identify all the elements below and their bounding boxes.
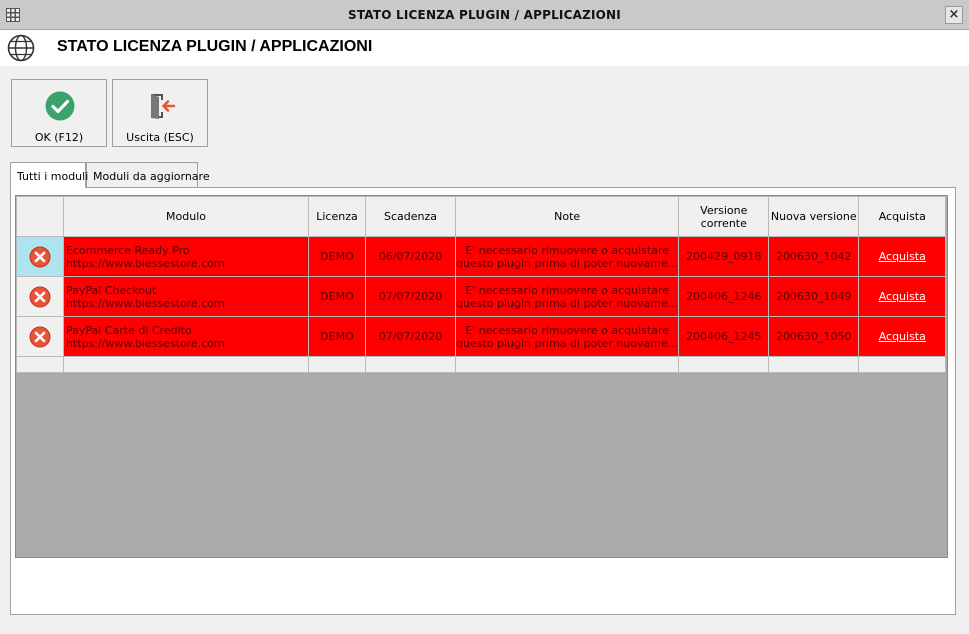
tab-label: Moduli da aggiornare xyxy=(93,170,210,183)
module-cell[interactable]: Ecommerce Ready Pro https://www.biessesto… xyxy=(63,236,309,277)
error-x-icon xyxy=(29,326,51,347)
acquista-cell: Acquista xyxy=(858,316,947,357)
tab-moduli-da-aggiornare[interactable]: Moduli da aggiornare xyxy=(86,162,210,187)
page-title: STATO LICENZA PLUGIN / APPLICAZIONI xyxy=(57,38,373,55)
nuova-versione-cell: 200630_1042 xyxy=(768,236,860,277)
empty-cell xyxy=(858,356,947,373)
acquista-link[interactable]: Acquista xyxy=(879,290,926,303)
scadenza-cell: 06/07/2020 xyxy=(365,236,456,277)
row-selector[interactable] xyxy=(16,276,64,317)
ok-button[interactable]: OK (F12) xyxy=(11,79,107,147)
nuova-versione-cell: 200630_1049 xyxy=(768,276,860,317)
module-cell[interactable]: PayPal Carte di Credito https://www.biess… xyxy=(63,316,309,357)
acquista-link[interactable]: Acquista xyxy=(879,250,926,263)
modules-table: Modulo Licenza Scadenza Note Versione cor… xyxy=(16,196,947,373)
column-header-nuova-versione[interactable]: Nuova versione xyxy=(768,196,860,237)
note-line: questo plugin prima di poter nuovame... xyxy=(456,296,679,310)
exit-button[interactable]: Uscita (ESC) xyxy=(112,79,208,147)
versione-corrente-cell: 200406_1245 xyxy=(678,316,770,357)
licenza-cell: DEMO xyxy=(308,316,366,357)
row-selector[interactable] xyxy=(16,316,64,357)
note-cell: E' necessario rimuovere o acquistare ques… xyxy=(454,236,680,277)
module-name: PayPal Carte di Credito xyxy=(66,323,192,337)
header-line: Versione xyxy=(700,203,748,217)
tab-label: Tutti i moduli xyxy=(17,170,89,183)
empty-cell xyxy=(365,356,456,373)
column-header-note[interactable]: Note xyxy=(454,196,680,237)
close-icon: × xyxy=(948,7,960,22)
note-line: questo plugin prima di poter nuovame... xyxy=(456,336,679,350)
module-url: https://www.biessestore.com xyxy=(66,256,225,270)
modules-grid[interactable]: Modulo Licenza Scadenza Note Versione cor… xyxy=(15,195,948,558)
module-cell[interactable]: PayPal Checkout https://www.biessestore.c… xyxy=(63,276,309,317)
acquista-cell: Acquista xyxy=(858,276,947,317)
note-line: E' necessario rimuovere o acquistare xyxy=(465,283,669,297)
close-button[interactable]: × xyxy=(945,6,963,24)
nuova-versione-cell: 200630_1050 xyxy=(768,316,860,357)
header-line: corrente xyxy=(700,216,747,230)
note-cell: E' necessario rimuovere o acquistare ques… xyxy=(454,316,680,357)
empty-cell xyxy=(454,356,680,373)
globe-icon xyxy=(7,34,35,62)
error-x-icon xyxy=(29,286,51,307)
scadenza-cell: 07/07/2020 xyxy=(365,316,456,357)
exit-button-label: Uscita (ESC) xyxy=(126,131,194,144)
column-header-scadenza[interactable]: Scadenza xyxy=(365,196,456,237)
check-circle-icon xyxy=(45,91,75,121)
table-header-row: Modulo Licenza Scadenza Note Versione cor… xyxy=(16,196,947,237)
window-title: STATO LICENZA PLUGIN / APPLICAZIONI xyxy=(348,8,621,22)
ok-button-label: OK (F12) xyxy=(34,131,84,144)
note-cell: E' necessario rimuovere o acquistare ques… xyxy=(454,276,680,317)
new-row[interactable] xyxy=(16,356,947,373)
column-header-modulo[interactable]: Modulo xyxy=(63,196,309,237)
row-selector[interactable] xyxy=(16,236,64,277)
versione-corrente-cell: 200429_0918 xyxy=(678,236,770,277)
page-header: STATO LICENZA PLUGIN / APPLICAZIONI xyxy=(0,30,969,66)
licenza-cell: DEMO xyxy=(308,276,366,317)
exit-door-icon xyxy=(151,94,176,119)
empty-cell xyxy=(63,356,309,373)
acquista-cell: Acquista xyxy=(858,236,947,277)
table-row[interactable]: Ecommerce Ready Pro https://www.biessesto… xyxy=(16,236,947,277)
table-row[interactable]: PayPal Carte di Credito https://www.biess… xyxy=(16,316,947,357)
acquista-link[interactable]: Acquista xyxy=(879,330,926,343)
licenza-cell: DEMO xyxy=(308,236,366,277)
row-selector[interactable] xyxy=(16,356,64,373)
empty-cell xyxy=(308,356,366,373)
module-name: PayPal Checkout xyxy=(66,283,157,297)
note-line: questo plugin prima di poter nuovame... xyxy=(456,256,679,270)
module-url: https://www.biessestore.com xyxy=(66,296,225,310)
column-header-acquista[interactable]: Acquista xyxy=(858,196,947,237)
versione-corrente-cell: 200406_1246 xyxy=(678,276,770,317)
tab-tutti-i-moduli[interactable]: Tutti i moduli xyxy=(10,162,89,188)
module-url: https://www.biessestore.com xyxy=(66,336,225,350)
module-name: Ecommerce Ready Pro xyxy=(66,243,190,257)
table-row[interactable]: PayPal Checkout https://www.biessestore.c… xyxy=(16,276,947,317)
error-x-icon xyxy=(29,246,51,267)
window-titlebar[interactable]: STATO LICENZA PLUGIN / APPLICAZIONI × xyxy=(0,0,969,30)
note-line: E' necessario rimuovere o acquistare xyxy=(465,243,669,257)
note-line: E' necessario rimuovere o acquistare xyxy=(465,323,669,337)
empty-cell xyxy=(678,356,770,373)
column-header-licenza[interactable]: Licenza xyxy=(308,196,366,237)
scadenza-cell: 07/07/2020 xyxy=(365,276,456,317)
empty-cell xyxy=(768,356,860,373)
row-selector-header xyxy=(16,196,64,237)
column-header-versione-corrente[interactable]: Versione corrente xyxy=(678,196,770,237)
